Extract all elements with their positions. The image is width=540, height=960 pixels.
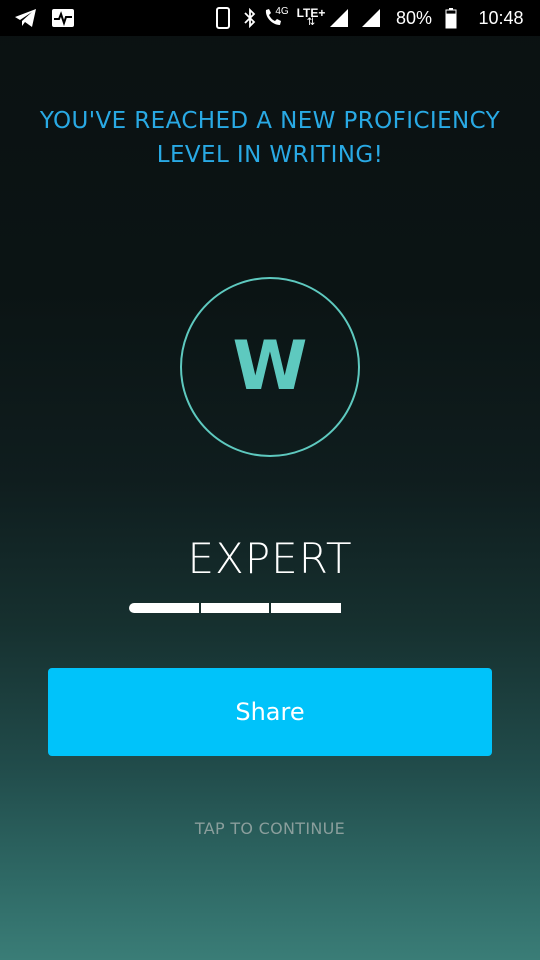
network-type-icon: 4G: [272, 0, 292, 30]
proficiency-headline: YOU'VE REACHED A NEW PROFICIENCY LEVEL I…: [20, 104, 520, 172]
progress-segment: [129, 603, 199, 613]
signal-icon: [328, 0, 350, 36]
level-name: EXPERT: [187, 534, 353, 583]
skill-badge: W: [180, 277, 360, 457]
activity-monitor-icon: [50, 0, 76, 36]
status-bar: 4G LTE+ ⇅ 80% 10:48: [0, 0, 540, 36]
clock: 10:48: [478, 7, 524, 28]
level-progress: [129, 602, 341, 614]
data-arrows-icon: ⇅: [306, 17, 316, 28]
battery-icon: [443, 0, 459, 36]
progress-segment: [271, 603, 341, 613]
progress-segment: [201, 603, 269, 613]
battery-percent: 80%: [395, 7, 433, 28]
lte-plus-icon: LTE+ ⇅: [296, 0, 326, 36]
bluetooth-icon: [242, 0, 258, 36]
share-button[interactable]: Share: [48, 668, 492, 756]
telegram-icon: [12, 0, 40, 36]
tap-to-continue[interactable]: TAP TO CONTINUE: [0, 818, 540, 840]
phone-device-icon: [214, 0, 232, 36]
headline-line-1: YOU'VE REACHED A NEW PROFICIENCY: [39, 108, 501, 134]
signal-icon: [360, 0, 382, 36]
network-type-label: 4G: [275, 6, 289, 17]
skill-letter: W: [232, 327, 308, 406]
headline-line-2: LEVEL IN WRITING!: [156, 142, 384, 168]
